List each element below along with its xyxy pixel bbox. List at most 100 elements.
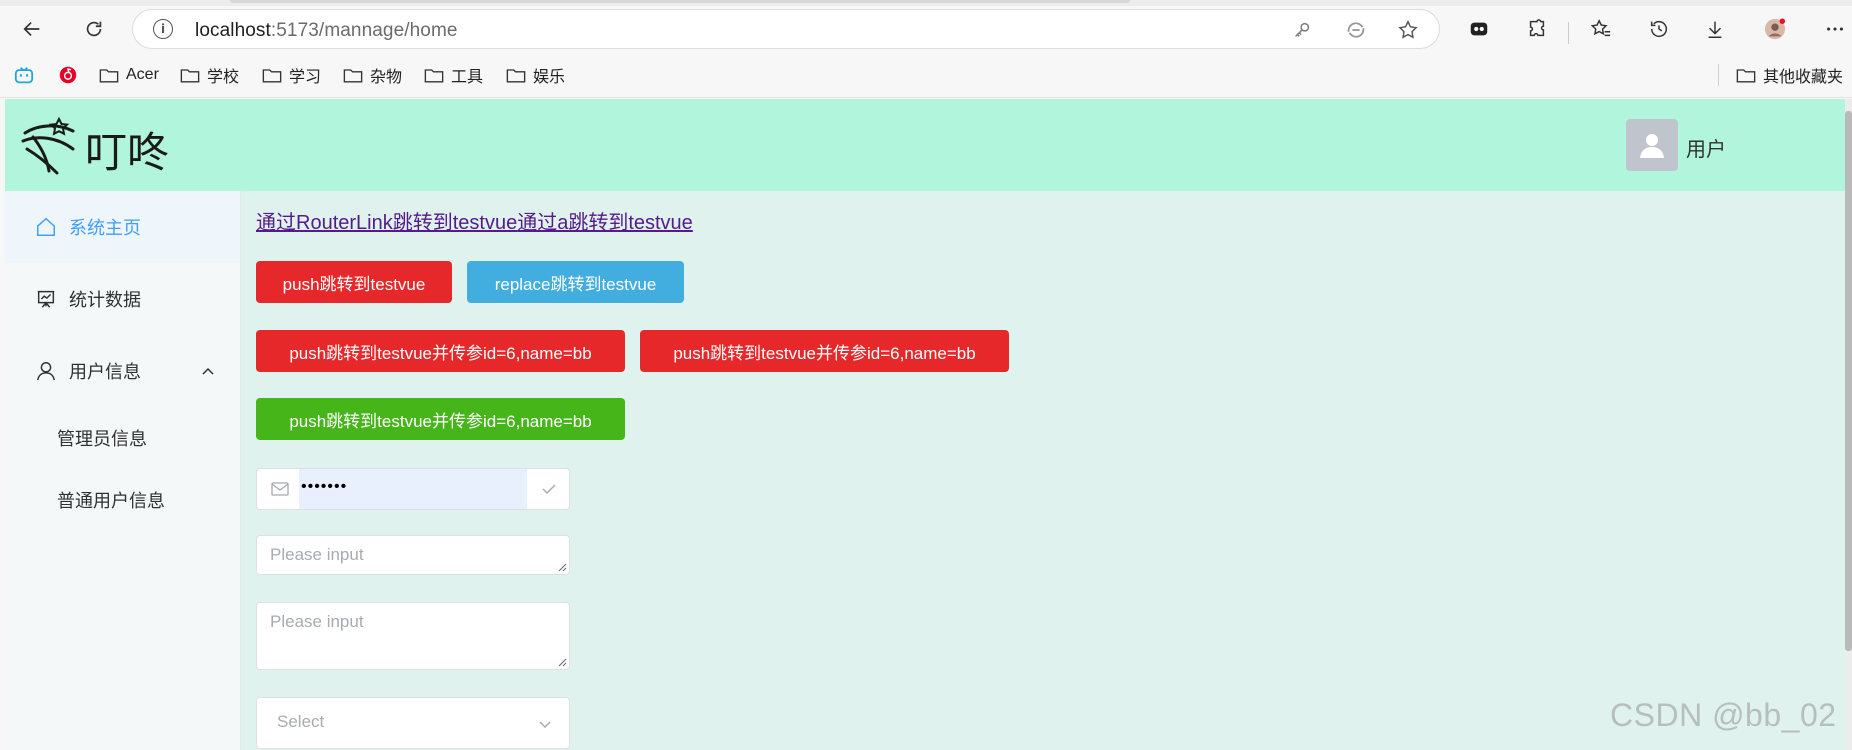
sidebar-item-statistics[interactable]: 统计数据 — [5, 263, 240, 335]
web-page: 叮咚 用户 系统主页 统计数据 用户信息 管理员信息 普通用户信息 通过Rout… — [5, 99, 1845, 750]
sidebar-subitem-admin-info[interactable]: 管理员信息 — [5, 407, 240, 469]
sidebar-subitem-regular-user-info[interactable]: 普通用户信息 — [5, 469, 240, 531]
bookmark-bilibili[interactable] — [14, 64, 41, 86]
sidebar-item-label: 系统主页 — [69, 218, 141, 238]
presentation-chart-icon — [37, 290, 55, 308]
sidebar-menu: 系统主页 统计数据 用户信息 管理员信息 普通用户信息 — [5, 191, 241, 750]
history-button[interactable] — [1644, 14, 1674, 44]
bookmark-folder-school[interactable]: 学校 — [180, 64, 239, 86]
url-text: localhost:5173/mannage/home — [195, 20, 458, 42]
replace-button[interactable]: replace跳转到testvue — [467, 261, 684, 303]
sidebar-item-home[interactable]: 系统主页 — [5, 191, 240, 263]
routerlink-link[interactable]: 通过RouterLink跳转到testvue — [256, 212, 517, 234]
more-dots-icon — [1827, 27, 1843, 31]
favorites-button[interactable] — [1586, 14, 1616, 44]
house-icon — [37, 217, 55, 236]
url-path: :5173/mannage/home — [270, 20, 458, 41]
folder-icon — [99, 69, 119, 83]
user-icon — [37, 362, 55, 381]
chevron-down-icon — [539, 721, 551, 729]
profile-avatar-icon — [1764, 18, 1786, 40]
url-host: localhost — [195, 20, 271, 41]
scrollbar-thumb[interactable] — [1845, 111, 1852, 651]
push-with-params-button-2[interactable]: push跳转到testvue并传参id=6,name=bb — [640, 330, 1009, 372]
user-avatar-icon — [1640, 134, 1664, 158]
puzzle-icon — [1529, 19, 1545, 37]
bookmark-folder-acer[interactable]: Acer — [99, 64, 159, 86]
bookmark-folder-misc[interactable]: 杂物 — [343, 64, 402, 86]
bookmark-label: 其他收藏夹 — [1763, 69, 1844, 86]
sidebar-item-user-info[interactable]: 用户信息 — [5, 335, 240, 407]
push-with-params-button[interactable]: push跳转到testvue并传参id=6,name=bb — [256, 330, 625, 372]
downloads-button[interactable] — [1700, 14, 1730, 44]
folder-icon — [1736, 69, 1756, 83]
favorites-icon — [1590, 19, 1611, 37]
folder-icon — [343, 69, 363, 83]
anchor-link[interactable]: 通过a跳转到testvue — [517, 212, 693, 234]
extension-button[interactable] — [1464, 14, 1494, 44]
favorite-star-icon[interactable] — [1397, 19, 1419, 41]
check-icon — [542, 484, 556, 495]
active-tab[interactable] — [230, 0, 1130, 3]
bookmarks-divider — [1718, 64, 1719, 86]
bookmark-other-favorites[interactable]: 其他收藏夹 — [1736, 64, 1843, 86]
bookmarks-bar: Acer 学校 学习 杂物 工具 娱乐 其他收藏夹 — [0, 52, 1852, 98]
chevron-up-icon — [202, 367, 214, 375]
netease-music-icon — [59, 66, 77, 84]
textarea-placeholder: Please input — [270, 545, 364, 564]
bookmark-folder-tools[interactable]: 工具 — [424, 64, 483, 86]
browser-toolbar: i localhost:5173/mannage/home — [0, 6, 1852, 52]
folder-icon — [180, 69, 200, 83]
user-label[interactable]: 用户 — [1686, 133, 1726, 162]
more-menu-button[interactable] — [1820, 14, 1850, 44]
user-avatar[interactable] — [1626, 119, 1678, 171]
refresh-icon — [86, 21, 102, 37]
back-button[interactable] — [14, 11, 50, 47]
bilibili-icon — [14, 67, 34, 84]
bookmark-label: 学习 — [289, 69, 322, 86]
main-content: 通过RouterLink跳转到testvue通过a跳转到testvue push… — [241, 191, 1845, 750]
folder-icon — [424, 69, 444, 83]
bookmark-label: 工具 — [451, 69, 484, 86]
push-button[interactable]: push跳转到testvue — [256, 261, 452, 303]
sidebar-subitem-label: 普通用户信息 — [57, 491, 165, 511]
address-bar[interactable]: i localhost:5173/mannage/home — [132, 9, 1440, 49]
textarea-input-2[interactable]: Please input — [256, 602, 570, 670]
extension-app-icon — [1470, 22, 1488, 36]
toolbar-divider — [1568, 22, 1569, 44]
sidebar-item-label: 用户信息 — [69, 362, 141, 382]
download-icon — [1708, 21, 1722, 38]
resize-grip-icon[interactable] — [558, 658, 567, 667]
watermark: CSDN @bb_02 — [1610, 697, 1837, 733]
page-scrollbar[interactable] — [1845, 99, 1852, 750]
bookmark-label: 杂物 — [370, 69, 403, 86]
refresh-button[interactable] — [76, 11, 112, 47]
extensions-button[interactable] — [1522, 14, 1552, 44]
site-info-icon[interactable]: i — [153, 19, 173, 39]
profile-button[interactable] — [1760, 14, 1790, 44]
textarea-input-1[interactable]: Please input — [256, 535, 570, 575]
textarea-placeholder: Please input — [270, 612, 364, 631]
mail-icon — [271, 482, 289, 496]
select-dropdown[interactable]: Select — [256, 697, 570, 749]
resize-grip-icon[interactable] — [558, 563, 567, 572]
bookmark-folder-entertainment[interactable]: 娱乐 — [506, 64, 565, 86]
push-with-params-button-3[interactable]: push跳转到testvue并传参id=6,name=bb — [256, 398, 625, 440]
sidebar-item-label: 统计数据 — [69, 290, 141, 310]
history-icon — [1650, 21, 1668, 38]
bookmark-netease-music[interactable] — [58, 64, 85, 86]
back-arrow-icon — [23, 21, 40, 37]
select-placeholder: Select — [277, 712, 325, 731]
bookmark-label: 娱乐 — [533, 69, 566, 86]
bookmark-folder-study[interactable]: 学习 — [262, 64, 321, 86]
sidebar-subitem-label: 管理员信息 — [57, 429, 147, 449]
key-icon[interactable] — [1291, 19, 1313, 41]
folder-icon — [506, 69, 526, 83]
brand-name: 叮咚 — [85, 129, 170, 176]
folder-icon — [262, 69, 282, 83]
browser-essentials-icon[interactable] — [1345, 19, 1367, 41]
bookmark-label: 学校 — [207, 69, 240, 86]
bookmark-label: Acer — [126, 66, 159, 83]
password-input[interactable]: ••••••• — [256, 468, 570, 510]
logo-icon — [21, 116, 75, 175]
